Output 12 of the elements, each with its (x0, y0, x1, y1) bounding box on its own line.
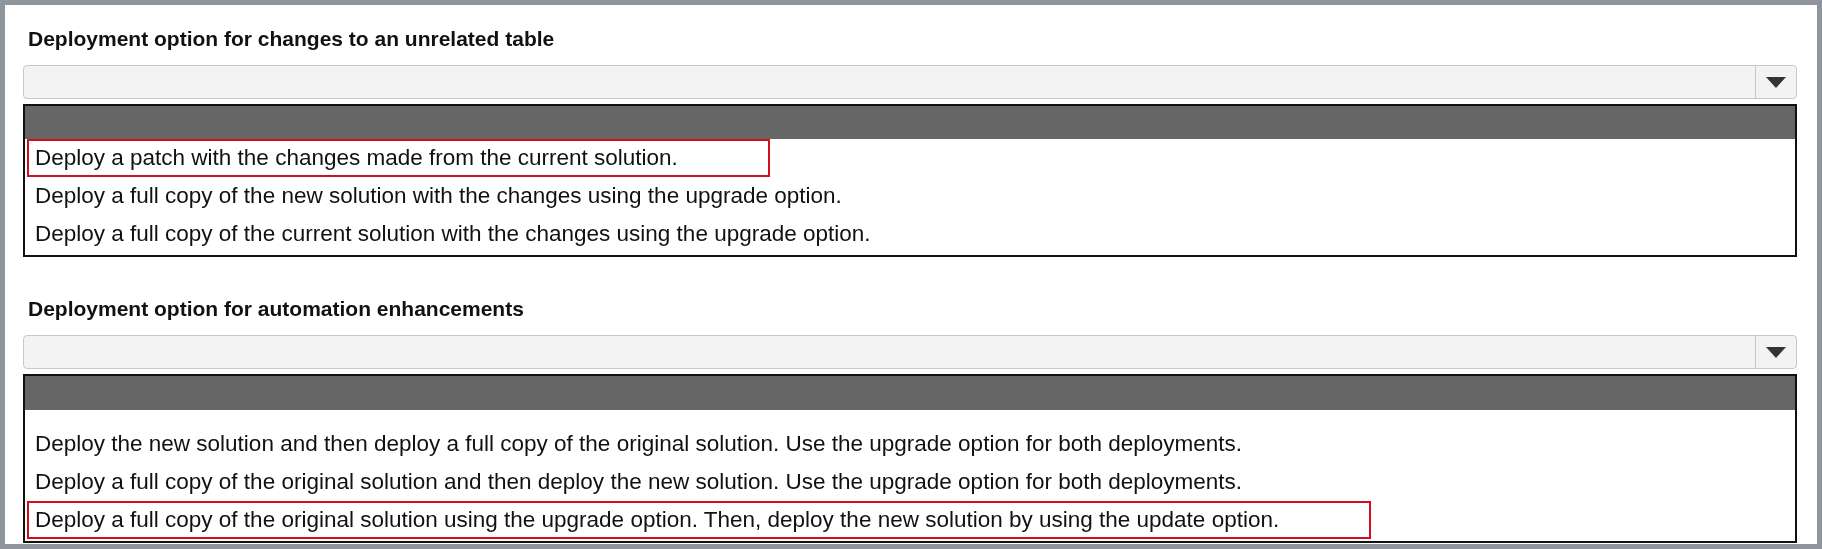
dropdown-field[interactable] (23, 65, 1797, 99)
dropdown-option[interactable]: Deploy the new solution and then deploy a full copy of the original solution. Use the upgrade option for both deployments. (27, 425, 1251, 463)
caret-icon (1766, 76, 1786, 88)
dropdown-option[interactable]: Deploy a full copy of the original solution and then deploy the new solution. Use the upgrade option for both deployments. (27, 463, 1251, 501)
dropdown-option[interactable]: Deploy a patch with the changes made from the current solution. (27, 139, 770, 177)
dropdown-option[interactable]: Deploy a full copy of the original solution using the upgrade option. Then, deploy the new solution by using the update option. (27, 501, 1372, 539)
section-heading: Deployment option for changes to an unrelated table (28, 27, 556, 52)
dropdown-field[interactable] (23, 335, 1797, 369)
section-heading: Deployment option for automation enhancements (28, 297, 525, 322)
dropdown-option[interactable]: Deploy a full copy of the current solution with the changes using the upgrade option. (27, 215, 879, 253)
dropdown-option[interactable]: Deploy a full copy of the new solution with the changes using the upgrade option. (27, 177, 850, 215)
caret-icon (1766, 346, 1786, 358)
